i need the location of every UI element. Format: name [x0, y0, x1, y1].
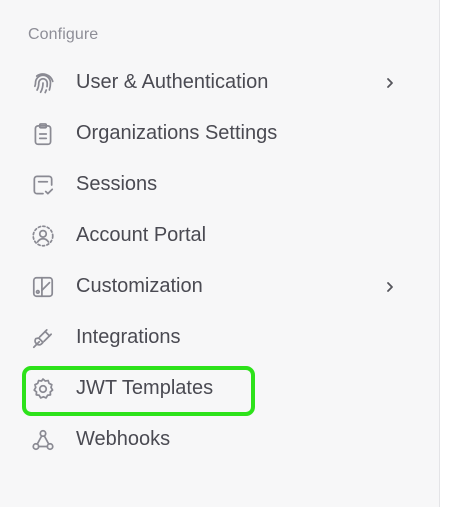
palette-icon [29, 273, 57, 301]
section-title: Configure [28, 26, 99, 43]
sidebar-item-label: Integrations [76, 326, 181, 348]
sidebar-item-label: JWT Templates [76, 377, 214, 399]
plug-icon [29, 324, 57, 352]
sidebar-item-organizations-settings[interactable]: Organizations Settings [0, 108, 440, 159]
sidebar-item-label: Sessions [76, 173, 158, 195]
sidebar-item-label: Organizations Settings [76, 122, 278, 144]
badge-gear-icon [29, 375, 57, 403]
sidebar: Configure User & Authentication Organiza… [0, 0, 440, 507]
sidebar-item-label: Webhooks [76, 428, 171, 450]
sidebar-item-label: Customization [76, 275, 203, 297]
sidebar-item-sessions[interactable]: Sessions [0, 159, 440, 210]
clipboard-icon [29, 120, 57, 148]
user-circle-icon [29, 222, 57, 250]
sidebar-item-user-authentication[interactable]: User & Authentication [0, 57, 440, 108]
sidebar-item-customization[interactable]: Customization [0, 261, 440, 312]
sidebar-item-label: User & Authentication [76, 71, 269, 93]
sidebar-item-integrations[interactable]: Integrations [0, 312, 440, 363]
sidebar-item-account-portal[interactable]: Account Portal [0, 210, 440, 261]
sidebar-item-jwt-templates[interactable]: JWT Templates [0, 363, 440, 414]
fingerprint-icon [29, 69, 57, 97]
session-window-icon [29, 171, 57, 199]
webhook-icon [29, 426, 57, 454]
sidebar-item-webhooks[interactable]: Webhooks [0, 414, 440, 465]
chevron-right-icon [383, 280, 397, 294]
sidebar-item-label: Account Portal [76, 224, 207, 246]
chevron-right-icon [383, 76, 397, 90]
sidebar-menu: User & Authentication Organizations Sett… [0, 57, 440, 465]
